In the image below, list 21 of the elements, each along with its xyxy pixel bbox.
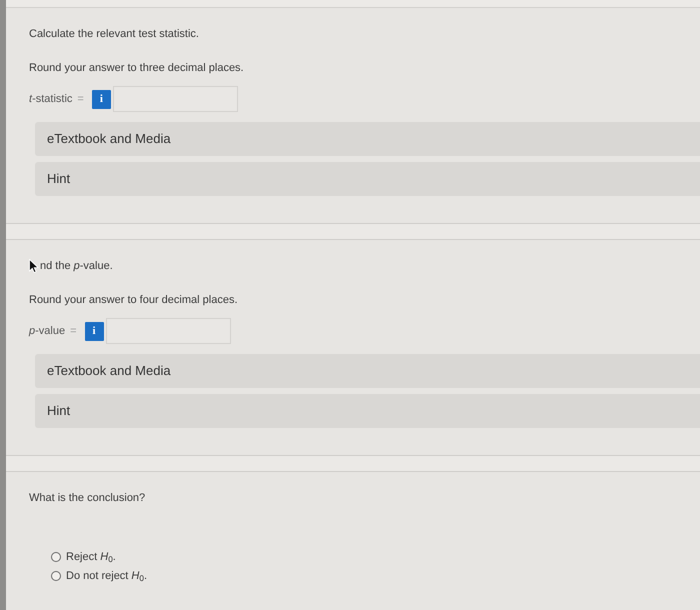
instruction-text: Round your answer to four decimal places. — [29, 293, 238, 308]
resource-panel-button[interactable]: eTextbook and Media — [35, 122, 700, 156]
radio-button[interactable] — [51, 571, 61, 581]
answer-label: t-statistic — [29, 92, 72, 107]
info-button[interactable]: i — [92, 90, 111, 108]
option-label: Reject H$_{0}$. — [66, 550, 116, 565]
question-prompt: nd the p-value. — [40, 259, 113, 274]
instruction-text: Round your answer to three decimal places. — [29, 61, 244, 76]
equals-sign: = — [77, 92, 84, 107]
question-prompt: Calculate the relevant test statistic. — [29, 27, 199, 42]
resource-panel-button[interactable]: Hint — [35, 394, 700, 428]
resource-panel-button[interactable]: eTextbook and Media — [35, 354, 700, 388]
info-button[interactable]: i — [84, 322, 104, 340]
answer-label: p-value — [29, 324, 66, 339]
equals-sign: = — [70, 324, 77, 339]
answer-input-field[interactable] — [112, 86, 238, 112]
answer-input-field[interactable] — [106, 318, 231, 344]
radio-button[interactable] — [51, 552, 61, 562]
resource-panel-button[interactable]: Hint — [35, 162, 700, 196]
question-prompt: What is the conclusion? — [29, 491, 146, 506]
option-label: Do not reject H$_{0}$. — [66, 569, 148, 584]
